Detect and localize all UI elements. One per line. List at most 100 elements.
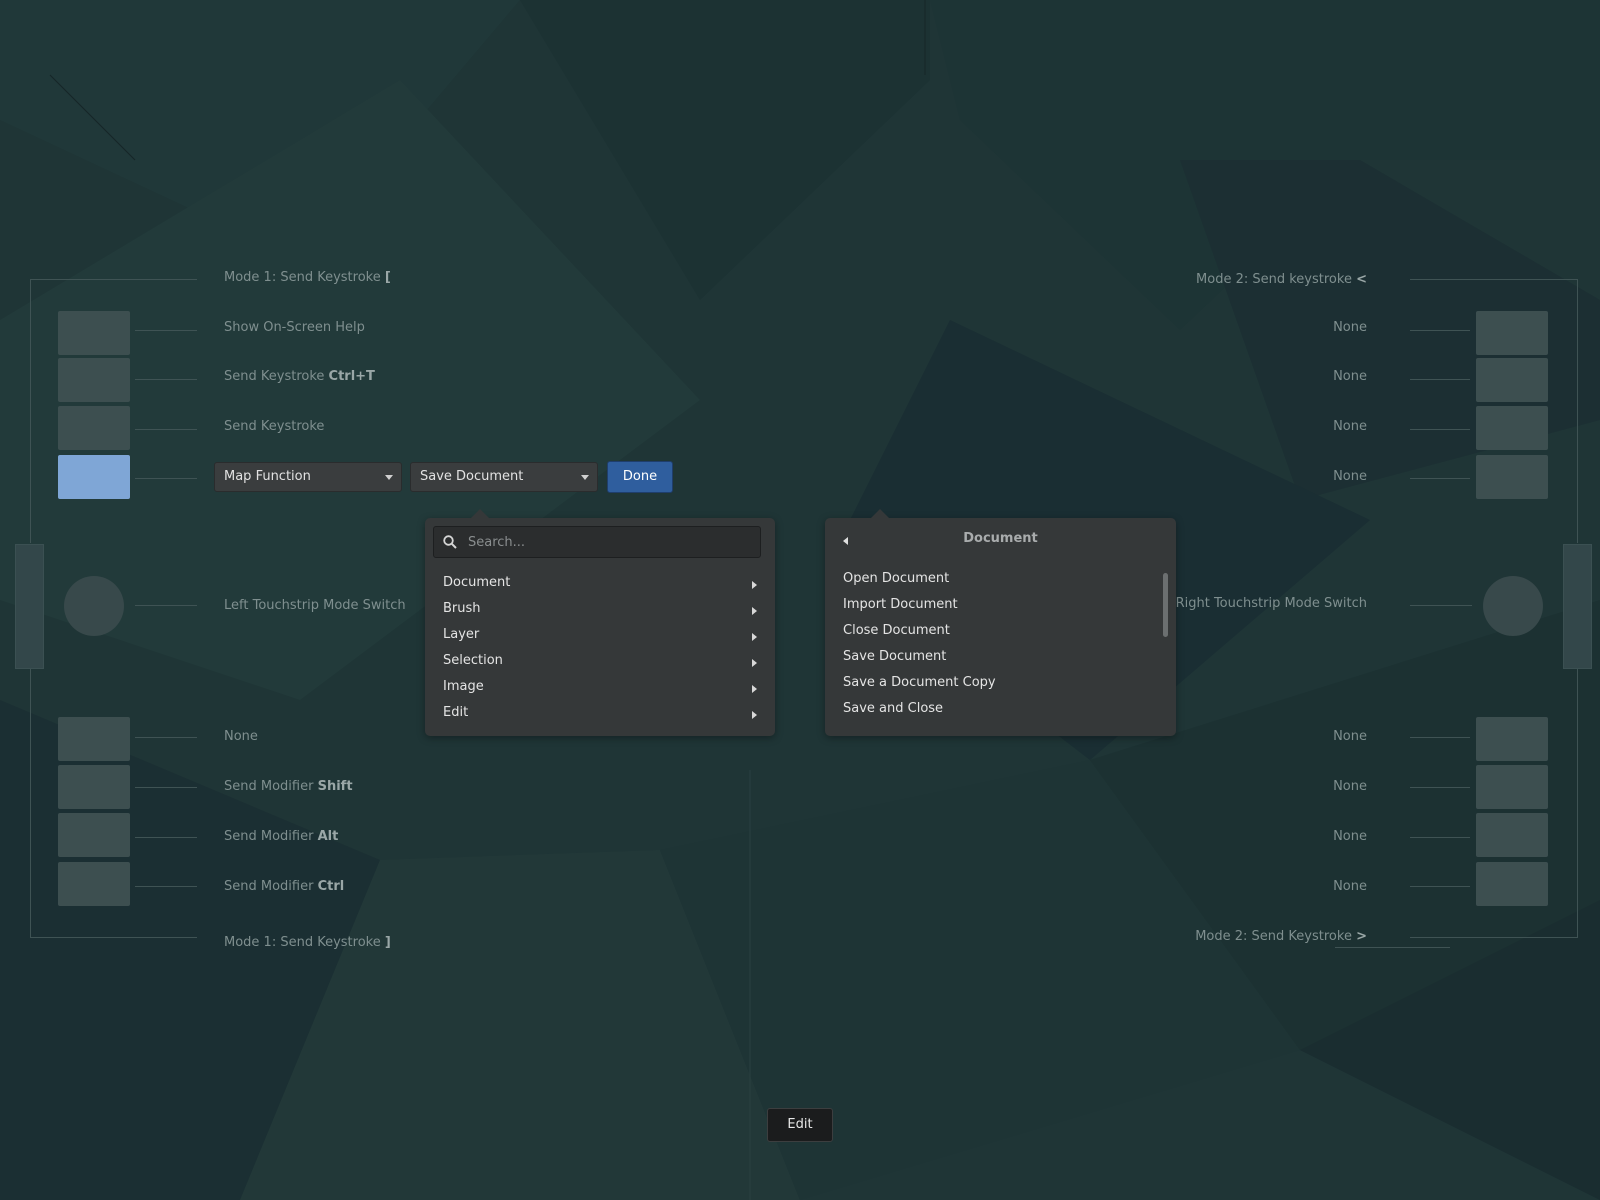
frame-line [1577, 668, 1578, 938]
right-button-3[interactable] [1476, 406, 1548, 450]
right-ring[interactable] [1483, 576, 1543, 636]
chevron-right-icon [752, 659, 757, 667]
right-button-4-label[interactable]: None [1333, 469, 1367, 484]
submenu-item-save-copy[interactable]: Save a Document Copy [843, 675, 996, 690]
right-button-1-label[interactable]: None [1333, 320, 1367, 335]
right-button-3-label[interactable]: None [1333, 419, 1367, 434]
connector-line [1335, 947, 1450, 948]
submenu-title: Document [963, 531, 1038, 546]
connector-line [1410, 379, 1470, 380]
left-ring[interactable] [64, 576, 124, 636]
right-button-5[interactable] [1476, 717, 1548, 761]
frame-line [1410, 279, 1578, 280]
left-button-6[interactable] [58, 765, 130, 809]
right-button-6[interactable] [1476, 765, 1548, 809]
left-button-5-label[interactable]: None [224, 729, 258, 744]
submenu-item-save-and-close[interactable]: Save and Close [843, 701, 943, 716]
chevron-down-icon [385, 475, 393, 480]
frame-line [30, 279, 31, 543]
left-mode-bottom-label[interactable]: Mode 1: Send Keystroke ] [224, 935, 391, 950]
frame-line [1577, 279, 1578, 543]
submenu-item-save-document[interactable]: Save Document [843, 649, 946, 664]
left-button-8[interactable] [58, 862, 130, 906]
right-button-8-label[interactable]: None [1333, 879, 1367, 894]
menu-item-document[interactable]: Document [443, 575, 510, 590]
connector-line [135, 787, 197, 788]
connector-line [135, 737, 197, 738]
right-button-1[interactable] [1476, 311, 1548, 355]
submenu-item-open-document[interactable]: Open Document [843, 571, 949, 586]
document-submenu-popover: Document Open Document Import Document C… [825, 509, 1176, 736]
right-button-6-label[interactable]: None [1333, 779, 1367, 794]
left-button-4-selected[interactable] [58, 455, 130, 499]
left-touchstrip[interactable] [15, 544, 44, 669]
right-mode-bottom-label[interactable]: Mode 2: Send Keystroke > [1195, 929, 1367, 944]
right-button-7[interactable] [1476, 813, 1548, 857]
menu-item-layer[interactable]: Layer [443, 627, 479, 642]
left-button-6-label[interactable]: Send Modifier Shift [224, 779, 353, 794]
left-button-3-label[interactable]: Send Keystroke [224, 419, 324, 434]
chevron-right-icon [752, 685, 757, 693]
connector-line [1410, 429, 1470, 430]
connector-line [135, 837, 197, 838]
left-button-2-label[interactable]: Send Keystroke Ctrl+T [224, 369, 375, 384]
right-mode-top-label[interactable]: Mode 2: Send keystroke < [1196, 272, 1367, 287]
connector-line [1410, 787, 1470, 788]
chevron-right-icon [752, 581, 757, 589]
menu-item-image[interactable]: Image [443, 679, 484, 694]
right-button-5-label[interactable]: None [1333, 729, 1367, 744]
connector-line [1410, 737, 1470, 738]
connector-line [135, 605, 197, 606]
connector-line [1410, 478, 1470, 479]
frame-line [30, 668, 31, 938]
edit-button[interactable]: Edit [767, 1108, 833, 1142]
left-touchstrip-label[interactable]: Left Touchstrip Mode Switch [224, 598, 406, 613]
chevron-right-icon [752, 633, 757, 641]
done-button[interactable]: Done [607, 461, 673, 493]
submenu-item-import-document[interactable]: Import Document [843, 597, 958, 612]
right-touchstrip-label[interactable]: Right Touchstrip Mode Switch [1176, 596, 1367, 611]
search-input[interactable]: Search... [433, 526, 761, 558]
left-button-7-label[interactable]: Send Modifier Alt [224, 829, 338, 844]
connector-line [1410, 837, 1470, 838]
submenu-item-close-document[interactable]: Close Document [843, 623, 950, 638]
left-button-8-label[interactable]: Send Modifier Ctrl [224, 879, 344, 894]
connector-line [135, 379, 197, 380]
chevron-right-icon [752, 607, 757, 615]
menu-item-selection[interactable]: Selection [443, 653, 503, 668]
right-button-4[interactable] [1476, 455, 1548, 499]
connector-line [1410, 330, 1470, 331]
left-button-7[interactable] [58, 813, 130, 857]
popover-arrow [470, 509, 490, 519]
action-menu-popover: Search... Document Brush Layer Selection… [425, 509, 775, 736]
menu-item-brush[interactable]: Brush [443, 601, 481, 616]
left-button-1[interactable] [58, 311, 130, 355]
right-button-8[interactable] [1476, 862, 1548, 906]
right-touchstrip[interactable] [1563, 544, 1592, 669]
connector-line [135, 429, 197, 430]
left-button-2[interactable] [58, 358, 130, 402]
right-button-2[interactable] [1476, 358, 1548, 402]
connector-line [135, 886, 197, 887]
left-button-1-label[interactable]: Show On-Screen Help [224, 320, 365, 335]
connector-line [1410, 605, 1472, 606]
frame-line [1410, 937, 1578, 938]
right-button-2-label[interactable]: None [1333, 369, 1367, 384]
menu-item-edit[interactable]: Edit [443, 705, 468, 720]
left-button-5[interactable] [58, 717, 130, 761]
right-button-7-label[interactable]: None [1333, 829, 1367, 844]
type-combo[interactable]: Map Function [214, 462, 402, 492]
frame-line [30, 279, 197, 280]
connector-line [135, 330, 197, 331]
left-mode-top-label[interactable]: Mode 1: Send Keystroke [ [224, 270, 391, 285]
chevron-right-icon [752, 711, 757, 719]
chevron-down-icon [581, 475, 589, 480]
left-button-3[interactable] [58, 406, 130, 450]
submenu-scrollbar[interactable] [1163, 573, 1168, 637]
frame-line [30, 937, 197, 938]
action-combo[interactable]: Save Document [410, 462, 598, 492]
popover-arrow [870, 509, 890, 519]
search-placeholder: Search... [468, 535, 526, 550]
connector-line [135, 478, 197, 479]
connector-line [1410, 886, 1470, 887]
